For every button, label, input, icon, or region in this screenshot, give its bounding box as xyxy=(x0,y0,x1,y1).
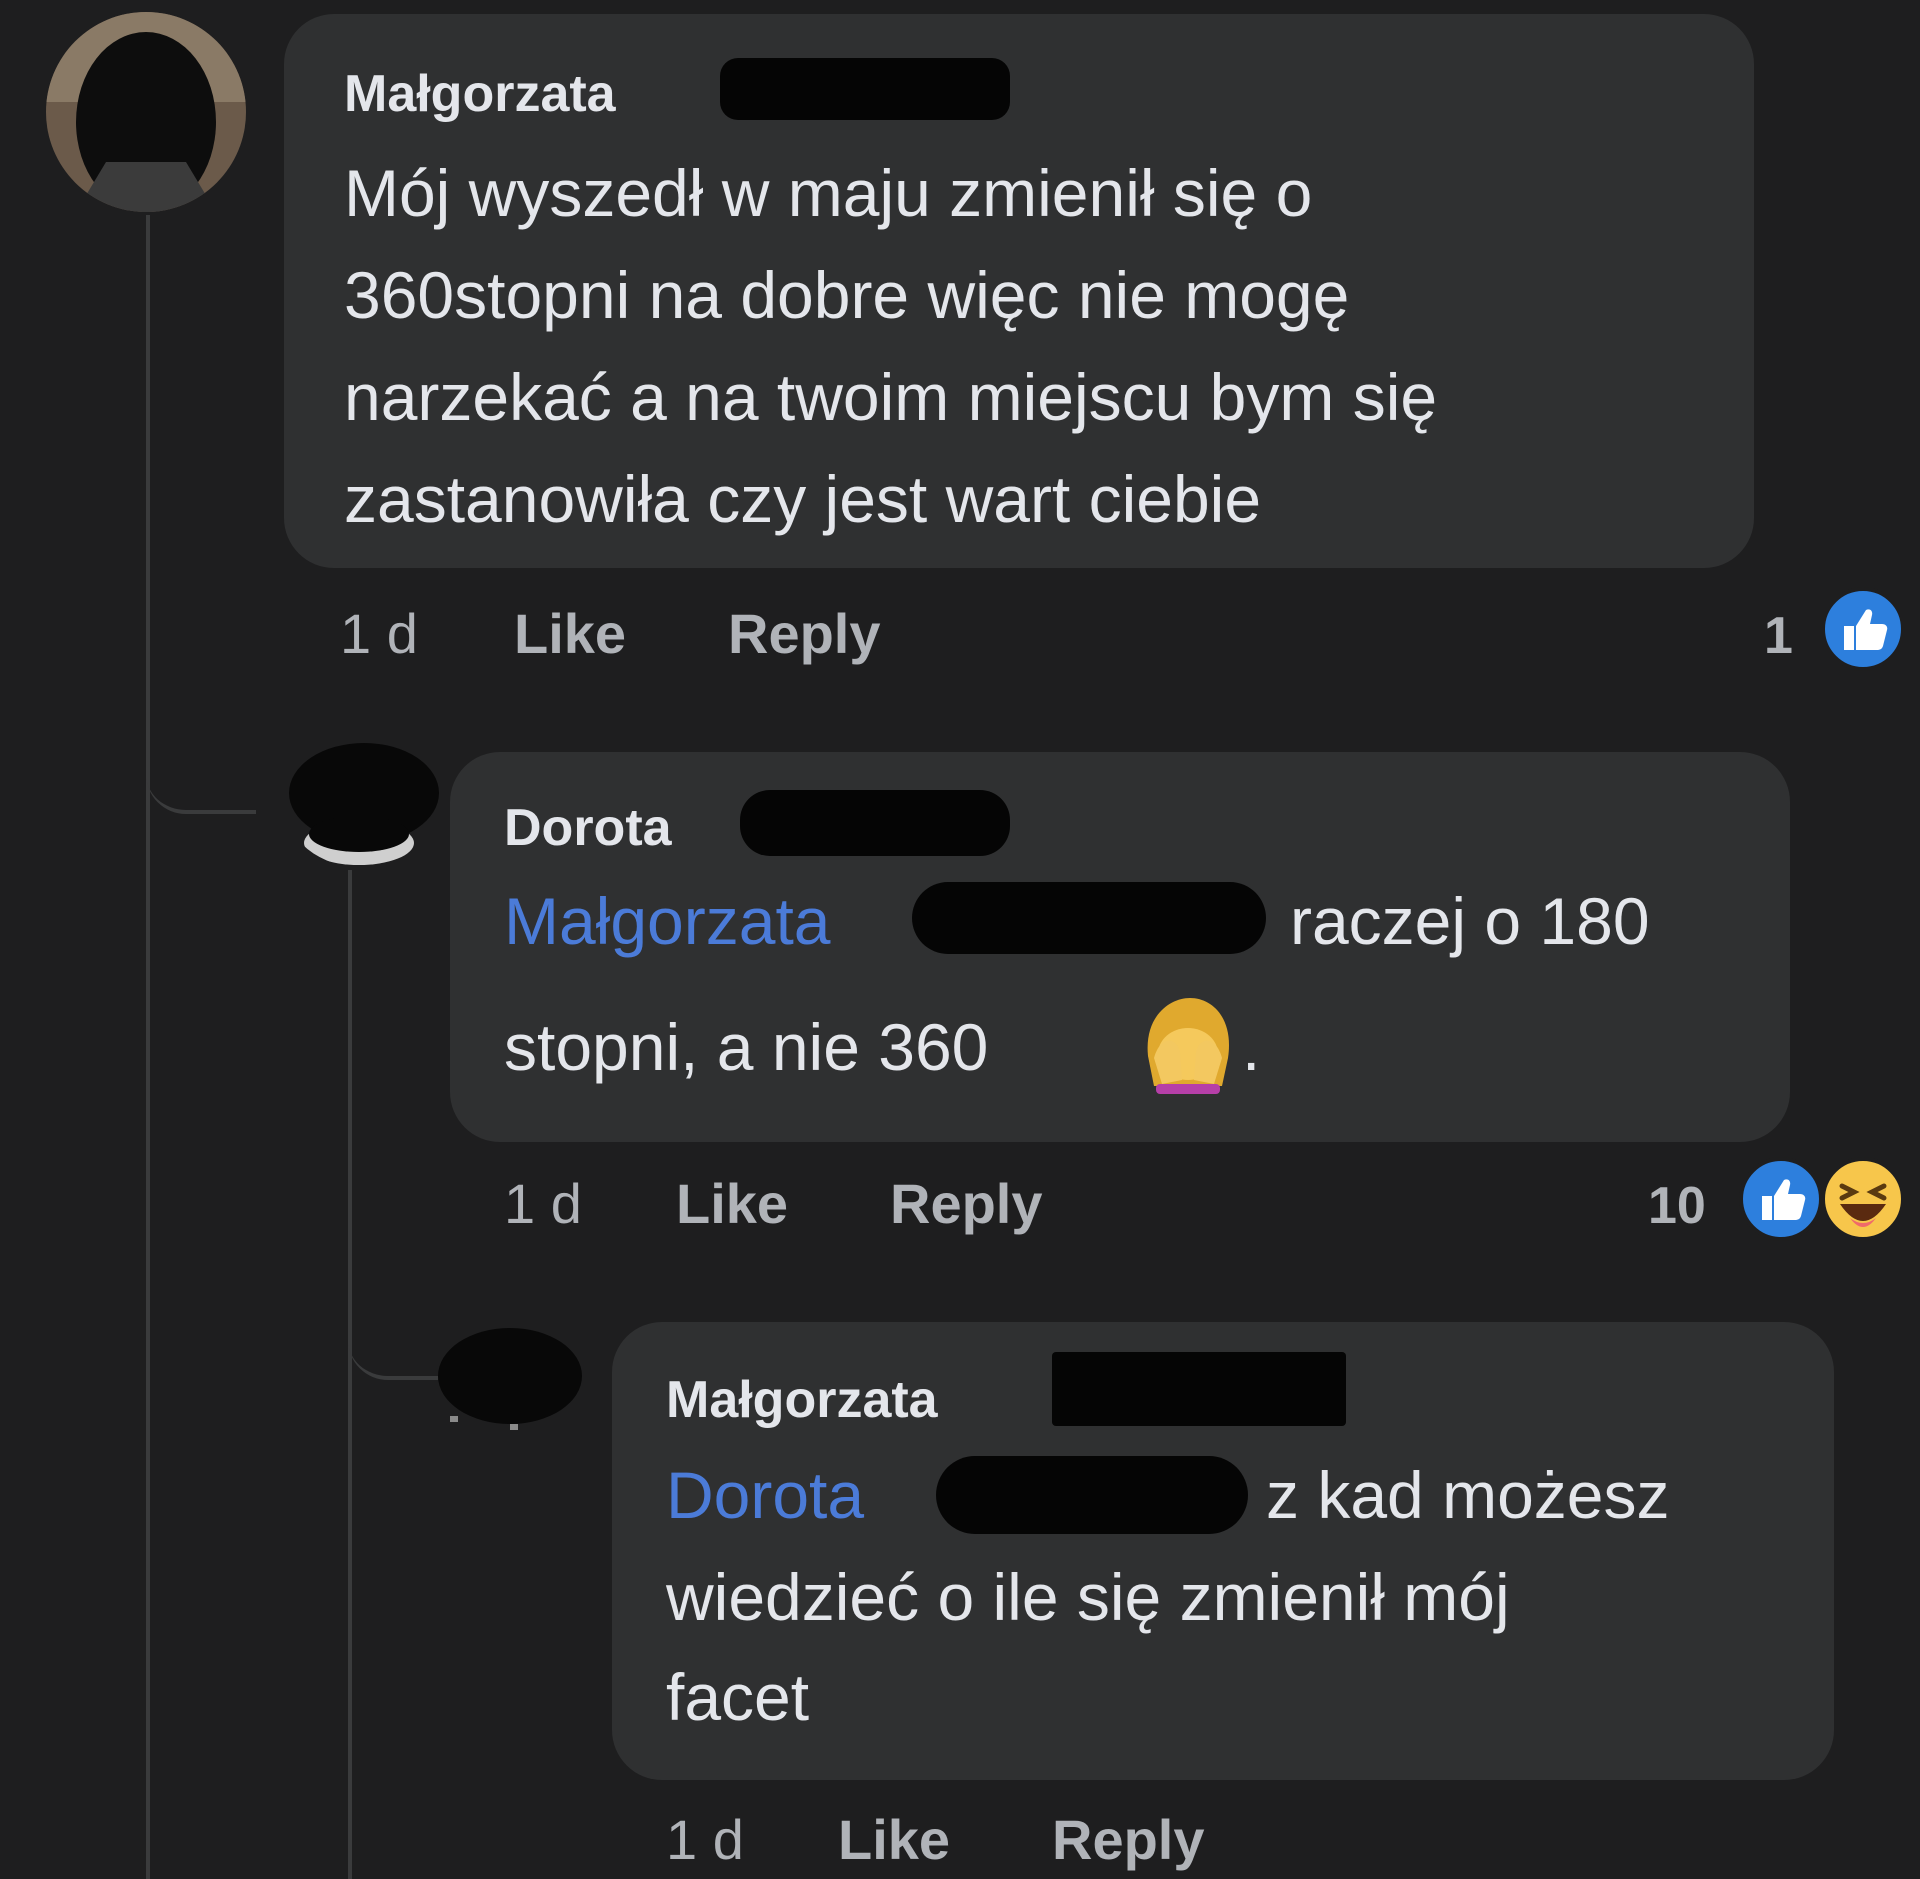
comment-text-line: Mój wyszedł w maju zmienił się o xyxy=(344,156,1313,230)
comment-text-line: . xyxy=(1242,1010,1261,1084)
comment-timestamp[interactable]: 1 d xyxy=(666,1812,744,1868)
comment-text-line: wiedzieć o ile się zmienił mój xyxy=(666,1560,1510,1634)
redaction-bar xyxy=(912,882,1266,954)
comment-text-line: zastanowiła czy jest wart ciebie xyxy=(344,462,1262,536)
comment-timestamp[interactable]: 1 d xyxy=(504,1176,582,1232)
face-palm-woman-emoji xyxy=(1140,996,1236,1101)
avatar[interactable] xyxy=(284,738,444,868)
comment-author[interactable]: Małgorzata xyxy=(344,64,616,124)
comment-text-line: stopni, a nie 360 xyxy=(504,1010,989,1084)
comment-text-line: Dorota xyxy=(666,1462,864,1528)
redaction-bar xyxy=(720,58,1010,120)
thread-line-main xyxy=(146,215,150,1879)
haha-icon xyxy=(1820,1156,1906,1247)
comment-author[interactable]: Małgorzata xyxy=(666,1370,938,1430)
redaction-bar xyxy=(1052,1352,1346,1426)
redaction-bar xyxy=(740,790,1010,856)
comment-thread: Małgorzata Mój wyszedł w maju zmienił si… xyxy=(0,0,1920,1879)
comment-text-line: 360stopni na dobre więc nie mogę xyxy=(344,258,1350,332)
like-icon xyxy=(1820,586,1906,677)
comment-timestamp[interactable]: 1 d xyxy=(340,606,418,662)
like-icon xyxy=(1738,1156,1824,1247)
thread-line-reply xyxy=(348,870,352,1879)
thread-elbow-2 xyxy=(348,1280,438,1380)
comment-text-line: narzekać a na twoim miejscu bym się xyxy=(344,360,1438,434)
redaction-bar xyxy=(936,1456,1248,1534)
comment-text-line: raczej o 180 xyxy=(1290,884,1650,958)
comment-text-line: Małgorzata xyxy=(504,888,831,954)
avatar[interactable] xyxy=(430,1316,590,1446)
comment-text-line: facet xyxy=(666,1660,810,1734)
reaction-count[interactable]: 1 xyxy=(1764,610,1793,662)
reaction-count[interactable]: 10 xyxy=(1648,1180,1706,1232)
like-button[interactable]: Like xyxy=(514,606,626,662)
like-button[interactable]: Like xyxy=(676,1176,788,1232)
comment-text-line: z kad możesz xyxy=(1266,1458,1670,1532)
thread-elbow-1 xyxy=(146,690,256,814)
mention-link[interactable]: Małgorzata xyxy=(504,884,831,958)
like-button[interactable]: Like xyxy=(838,1812,950,1868)
avatar[interactable] xyxy=(46,12,246,212)
reply-button[interactable]: Reply xyxy=(890,1176,1043,1232)
comment-author[interactable]: Dorota xyxy=(504,798,672,858)
mention-link[interactable]: Dorota xyxy=(666,1458,864,1532)
reply-button[interactable]: Reply xyxy=(728,606,881,662)
reply-button[interactable]: Reply xyxy=(1052,1812,1205,1868)
